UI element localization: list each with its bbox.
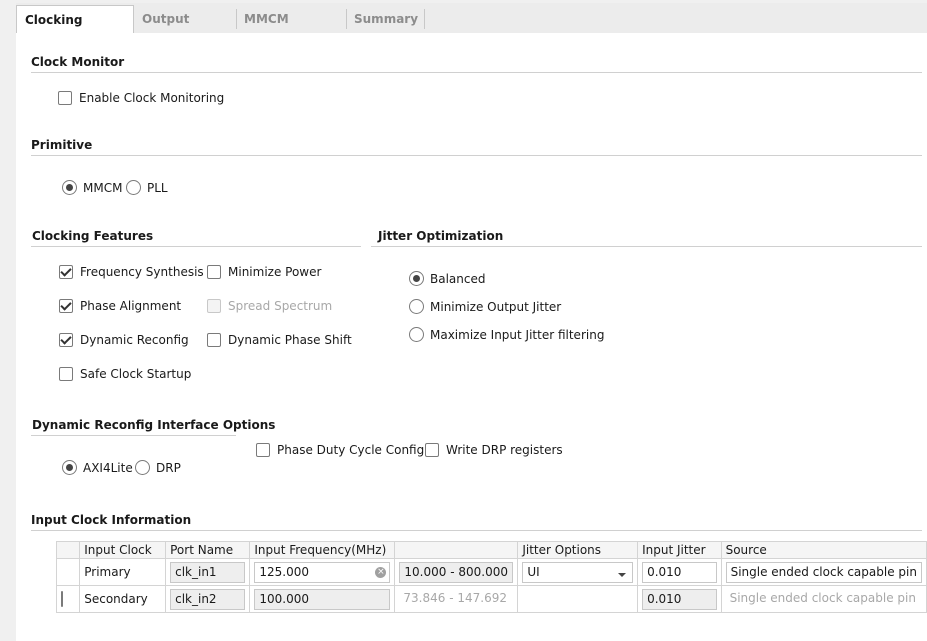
clocking-features-title: Clocking Features bbox=[32, 229, 154, 243]
checkbox-box bbox=[207, 265, 221, 279]
jitter-options-select bbox=[522, 589, 633, 610]
tab-bar: Clocking Options Output Clocks MMCM Sett… bbox=[16, 3, 927, 55]
radio-indicator bbox=[62, 180, 77, 195]
port-name-field: clk_in2 bbox=[170, 588, 246, 610]
checkbox-box bbox=[256, 443, 270, 457]
enable-clock-monitoring-checkbox[interactable]: Enable Clock Monitoring bbox=[58, 91, 224, 105]
frequency-range: 10.000 - 800.000 bbox=[399, 561, 514, 583]
jitter-options-select[interactable]: UI bbox=[522, 561, 634, 583]
tab-output-clocks[interactable]: Output Clocks bbox=[134, 5, 234, 54]
checkbox-box bbox=[207, 299, 221, 313]
column-header: Input Clock bbox=[79, 541, 167, 559]
divider bbox=[31, 435, 236, 436]
spread-spectrum-checkbox: Spread Spectrum bbox=[207, 299, 332, 313]
input-jitter-field: 0.010 bbox=[642, 588, 717, 610]
radio-indicator bbox=[62, 460, 77, 475]
column-header: Source bbox=[720, 541, 927, 559]
secondary-clock-checkbox[interactable] bbox=[61, 591, 63, 607]
column-header: Port Name bbox=[165, 541, 251, 559]
radio-indicator bbox=[409, 299, 424, 314]
table-header-row: Input Clock Port Name Input Frequency(MH… bbox=[55, 541, 927, 559]
input-frequency-field: 100.000 bbox=[254, 588, 391, 610]
checkbox-box bbox=[59, 265, 73, 279]
input-clock-name: Secondary bbox=[79, 585, 167, 613]
drp-radio[interactable]: DRP bbox=[135, 460, 181, 475]
frequency-range: 73.846 - 147.692 bbox=[403, 590, 507, 605]
divider bbox=[371, 246, 922, 247]
checkbox-box bbox=[59, 367, 73, 381]
checkbox-box bbox=[425, 443, 439, 457]
chevron-down-icon bbox=[618, 572, 627, 577]
column-header-select bbox=[55, 541, 81, 559]
clear-icon[interactable]: × bbox=[375, 566, 387, 578]
jitter-balanced-radio[interactable]: Balanced bbox=[409, 271, 485, 286]
divider bbox=[31, 246, 361, 247]
tab-summary[interactable]: Summary bbox=[346, 5, 426, 33]
table-row: Primary clk_in1 125.000 × 10.000 - 800.00… bbox=[55, 558, 927, 586]
radio-indicator bbox=[135, 460, 150, 475]
port-name-field: clk_in1 bbox=[170, 561, 246, 583]
dynamic-reconfig-checkbox[interactable]: Dynamic Reconfig bbox=[59, 333, 189, 347]
column-header: Input Frequency(MHz) bbox=[249, 541, 396, 559]
radio-indicator bbox=[409, 271, 424, 286]
column-header: Input Jitter bbox=[637, 541, 722, 559]
phase-alignment-checkbox[interactable]: Phase Alignment bbox=[59, 299, 181, 313]
primitive-title: Primitive bbox=[31, 138, 93, 152]
source-field[interactable]: Single ended clock capable pin bbox=[725, 561, 922, 583]
tab-clocking-options[interactable]: Clocking Options bbox=[16, 5, 134, 55]
checkbox-box bbox=[207, 333, 221, 347]
input-clock-table: Input Clock Port Name Input Frequency(MH… bbox=[55, 541, 927, 613]
table-row: Secondary clk_in2 100.000 73.846 - 147.6… bbox=[55, 585, 927, 613]
primitive-pll-radio[interactable]: PLL bbox=[126, 180, 168, 195]
safe-clock-startup-checkbox[interactable]: Safe Clock Startup bbox=[59, 367, 191, 381]
tab-mmcm-settings[interactable]: MMCM Settings bbox=[236, 5, 344, 54]
axi4lite-radio[interactable]: AXI4Lite bbox=[62, 460, 133, 475]
checkbox-box bbox=[59, 299, 73, 313]
checkbox-box bbox=[59, 333, 73, 347]
divider bbox=[31, 530, 922, 531]
write-drp-registers-checkbox[interactable]: Write DRP registers bbox=[425, 443, 563, 457]
jitter-maximize-input-radio[interactable]: Maximize Input Jitter filtering bbox=[409, 327, 604, 342]
row-select-cell bbox=[55, 558, 81, 586]
divider bbox=[31, 72, 922, 73]
dynamic-phase-shift-checkbox[interactable]: Dynamic Phase Shift bbox=[207, 333, 352, 347]
input-clock-title: Input Clock Information bbox=[31, 513, 192, 527]
radio-indicator bbox=[126, 180, 141, 195]
column-header bbox=[394, 541, 519, 559]
clock-monitor-title: Clock Monitor bbox=[31, 55, 125, 69]
minimize-power-checkbox[interactable]: Minimize Power bbox=[207, 265, 321, 279]
column-header: Jitter Options bbox=[517, 541, 639, 559]
divider bbox=[31, 155, 922, 156]
input-clock-name: Primary bbox=[79, 558, 167, 586]
input-frequency-field[interactable]: 125.000 × bbox=[254, 561, 391, 583]
drp-interface-title: Dynamic Reconfig Interface Options bbox=[32, 418, 276, 432]
tab-separator bbox=[424, 9, 425, 29]
checkbox-box bbox=[58, 91, 72, 105]
frequency-synthesis-checkbox[interactable]: Frequency Synthesis bbox=[59, 265, 204, 279]
input-jitter-field[interactable]: 0.010 bbox=[642, 561, 717, 583]
source-field: Single ended clock capable pin bbox=[729, 590, 916, 605]
primitive-mmcm-radio[interactable]: MMCM bbox=[62, 180, 122, 195]
radio-indicator bbox=[409, 327, 424, 342]
jitter-minimize-output-radio[interactable]: Minimize Output Jitter bbox=[409, 299, 561, 314]
phase-duty-cycle-config-checkbox[interactable]: Phase Duty Cycle Config bbox=[256, 443, 424, 457]
jitter-optimization-title: Jitter Optimization bbox=[378, 229, 504, 243]
